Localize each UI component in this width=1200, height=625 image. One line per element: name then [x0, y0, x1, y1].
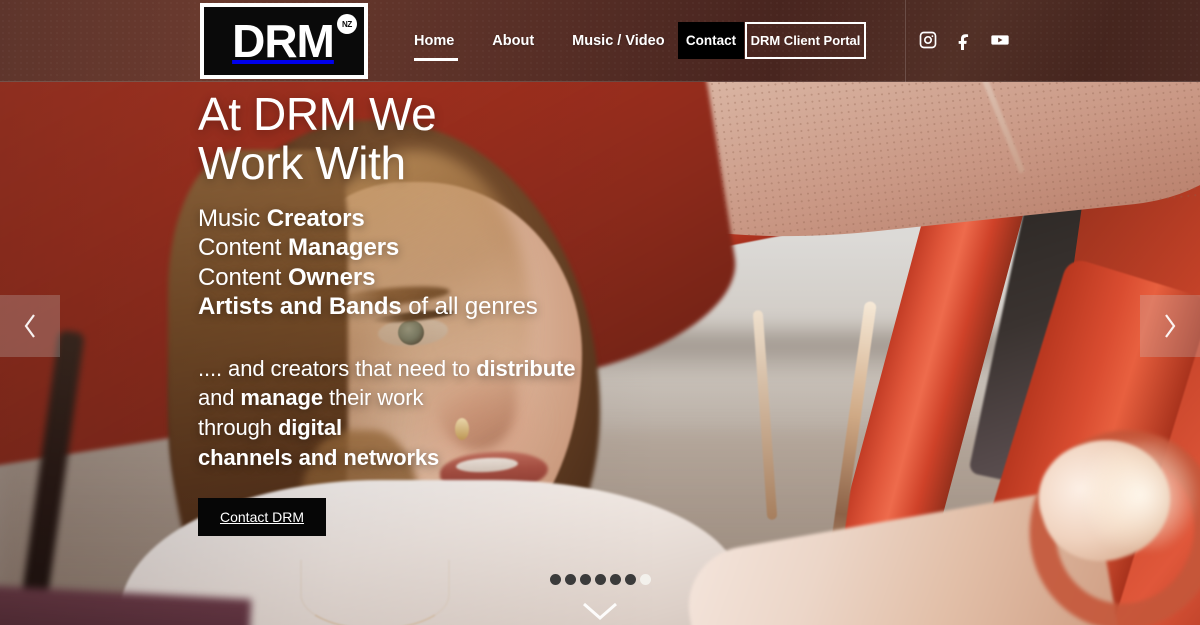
- site-header: DRM NZ Home About Music / Video FAQ Cont…: [0, 0, 1200, 82]
- slider-dot-3[interactable]: [579, 574, 591, 585]
- contact-button[interactable]: Contact: [678, 22, 744, 59]
- slider-next-arrow[interactable]: [1140, 295, 1200, 357]
- slider-dots: [0, 574, 1200, 585]
- contact-drm-cta-button[interactable]: Contact DRM: [198, 498, 327, 537]
- slider-dot-7[interactable]: [639, 574, 651, 585]
- hero-title-line-1: At DRM We: [198, 88, 437, 140]
- hero-list-item-4: Artists and Bands of all genres: [198, 292, 668, 322]
- chevron-left-icon: [24, 314, 35, 338]
- hero-audience-list: Music Creators Content Managers Content …: [198, 204, 668, 322]
- header-divider: [905, 0, 906, 82]
- slider-dot-6[interactable]: [624, 574, 636, 585]
- slider-dot-2[interactable]: [564, 574, 576, 585]
- hero-list-item-1: Music Creators: [198, 204, 668, 234]
- page-root: DRM NZ Home About Music / Video FAQ Cont…: [0, 0, 1200, 625]
- hero-list-3-plain: Content: [198, 263, 288, 291]
- slider-dot-5[interactable]: [609, 574, 621, 585]
- hero-content: At DRM We Work With Music Creators Conte…: [198, 90, 668, 537]
- slider-dot-1[interactable]: [549, 574, 561, 585]
- hero-list-4-bold: Artists and Bands: [198, 293, 402, 321]
- logo-text: DRM: [232, 15, 335, 67]
- nav-item-about[interactable]: About: [473, 0, 553, 82]
- instagram-icon[interactable]: [918, 30, 938, 50]
- facebook-icon[interactable]: [954, 30, 974, 50]
- hero-title: At DRM We Work With: [198, 90, 668, 188]
- hero-list-2-plain: Content: [198, 234, 288, 262]
- hero-list-2-bold: Managers: [287, 234, 400, 262]
- youtube-icon[interactable]: [990, 30, 1010, 50]
- site-logo[interactable]: DRM NZ: [200, 3, 368, 79]
- nav-active-indicator: [414, 58, 458, 61]
- nav-item-home[interactable]: Home: [414, 0, 473, 82]
- logo-nz-badge: NZ: [337, 14, 357, 34]
- hero-list-1-bold: Creators: [266, 204, 365, 232]
- hero-list-item-3: Content Owners: [198, 263, 668, 293]
- hero-list-3-bold: Owners: [287, 263, 376, 291]
- hero-paragraph: .... and creators that need to distribut…: [198, 355, 576, 470]
- hero-title-line-2: Work With: [198, 136, 406, 189]
- chevron-down-icon: [583, 602, 617, 620]
- chevron-right-icon: [1165, 314, 1176, 338]
- scroll-down-button[interactable]: [0, 598, 1200, 624]
- hero-list-4-plain: of all genres: [401, 293, 538, 321]
- slider-dot-4[interactable]: [594, 574, 606, 585]
- drm-client-portal-button[interactable]: DRM Client Portal: [745, 22, 866, 59]
- hero-list-1-plain: Music: [198, 204, 267, 232]
- slider-prev-arrow[interactable]: [0, 295, 60, 357]
- social-links: [918, 30, 1010, 50]
- nav-item-music-video[interactable]: Music / Video: [553, 0, 683, 82]
- hero-list-item-2: Content Managers: [198, 233, 668, 263]
